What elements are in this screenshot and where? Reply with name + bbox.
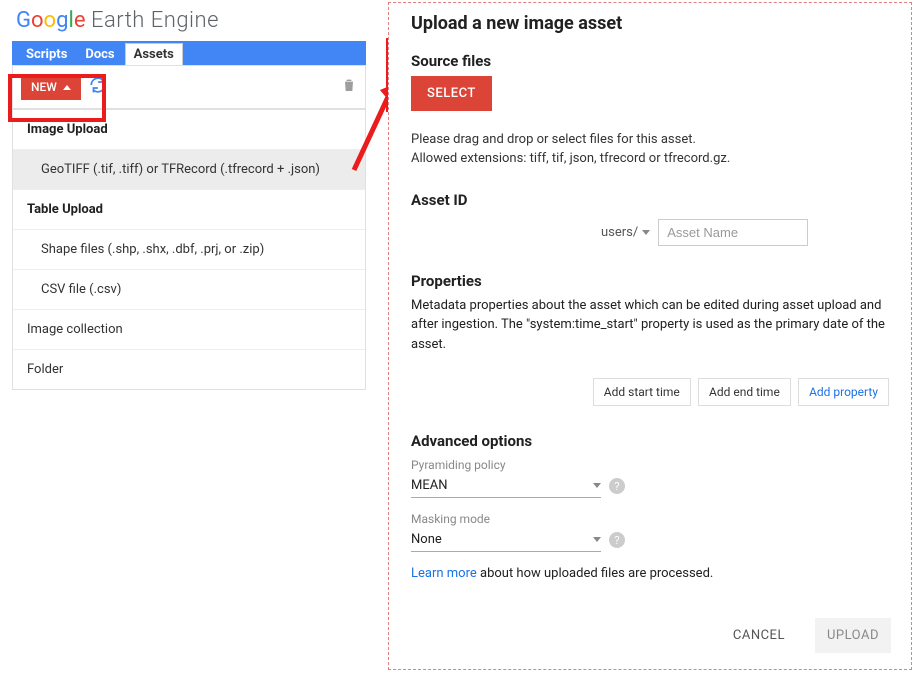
logo: Google Earth Engine [12, 2, 366, 41]
tab-docs[interactable]: Docs [77, 44, 122, 65]
learn-more-rest: about how uploaded files are processed. [477, 566, 714, 581]
pyramiding-value: MEAN [411, 478, 448, 493]
add-end-time-button[interactable]: Add end time [698, 378, 791, 406]
menu-item-csv[interactable]: CSV file (.csv) [13, 270, 365, 310]
left-panel: Google Earth Engine Scripts Docs Assets … [12, 2, 366, 390]
menu-item-image-collection[interactable]: Image collection [13, 310, 365, 350]
tab-scripts[interactable]: Scripts [18, 44, 75, 65]
caret-up-icon [63, 85, 71, 90]
tabs: Scripts Docs Assets [12, 41, 366, 65]
learn-more-line: Learn more about how uploaded files are … [411, 566, 889, 581]
new-button-label: NEW [31, 80, 57, 94]
assets-toolbar: NEW [12, 65, 366, 109]
new-button[interactable]: NEW [21, 74, 81, 100]
refresh-icon[interactable] [89, 76, 107, 98]
help-icon[interactable]: ? [609, 478, 625, 494]
drag-text: Please drag and drop or select files for… [411, 131, 889, 150]
asset-name-input[interactable] [658, 219, 808, 246]
properties-label: Properties [411, 272, 889, 290]
menu-header-image-upload: Image Upload [13, 110, 365, 150]
masking-label: Masking mode [411, 512, 889, 526]
chevron-down-icon [593, 537, 601, 542]
logo-text: Earth Engine [91, 8, 219, 33]
menu-item-folder[interactable]: Folder [13, 350, 365, 389]
chevron-down-icon [593, 483, 601, 488]
add-property-button[interactable]: Add property [798, 378, 889, 406]
pyramiding-select[interactable]: MEAN [411, 474, 601, 498]
masking-select[interactable]: None [411, 528, 601, 552]
upload-button[interactable]: UPLOAD [815, 618, 891, 653]
learn-more-link[interactable]: Learn more [411, 566, 477, 581]
menu-item-geotiff[interactable]: GeoTIFF (.tif, .tiff) or TFRecord (.tfre… [13, 150, 365, 190]
chevron-down-icon [642, 230, 650, 235]
masking-value: None [411, 532, 442, 547]
pyramiding-label: Pyramiding policy [411, 458, 889, 472]
asset-id-label: Asset ID [411, 191, 889, 209]
menu-header-table-upload: Table Upload [13, 190, 365, 230]
add-start-time-button[interactable]: Add start time [593, 378, 691, 406]
property-buttons: Add start time Add end time Add property [411, 378, 889, 406]
advanced-options-label: Advanced options [411, 432, 889, 450]
tab-assets[interactable]: Assets [125, 43, 183, 65]
allowed-text: Allowed extensions: tiff, tif, json, tfr… [411, 150, 889, 169]
trash-icon[interactable] [341, 76, 357, 98]
dialog-title: Upload a new image asset [411, 13, 889, 34]
users-prefix: users/ [601, 225, 638, 240]
asset-id-row: users/ [601, 219, 889, 246]
source-files-help: Please drag and drop or select files for… [411, 131, 889, 169]
select-button[interactable]: SELECT [411, 76, 492, 111]
upload-dialog: Upload a new image asset Source files SE… [388, 2, 912, 670]
help-icon[interactable]: ? [609, 532, 625, 548]
cancel-button[interactable]: CANCEL [721, 618, 797, 653]
dialog-actions: CANCEL UPLOAD [721, 618, 891, 653]
users-dropdown[interactable]: users/ [601, 225, 650, 240]
new-asset-menu: Image Upload GeoTIFF (.tif, .tiff) or TF… [12, 109, 366, 390]
menu-item-shape[interactable]: Shape files (.shp, .shx, .dbf, .prj, or … [13, 230, 365, 270]
source-files-label: Source files [411, 52, 889, 70]
properties-help: Metadata properties about the asset whic… [411, 296, 889, 355]
